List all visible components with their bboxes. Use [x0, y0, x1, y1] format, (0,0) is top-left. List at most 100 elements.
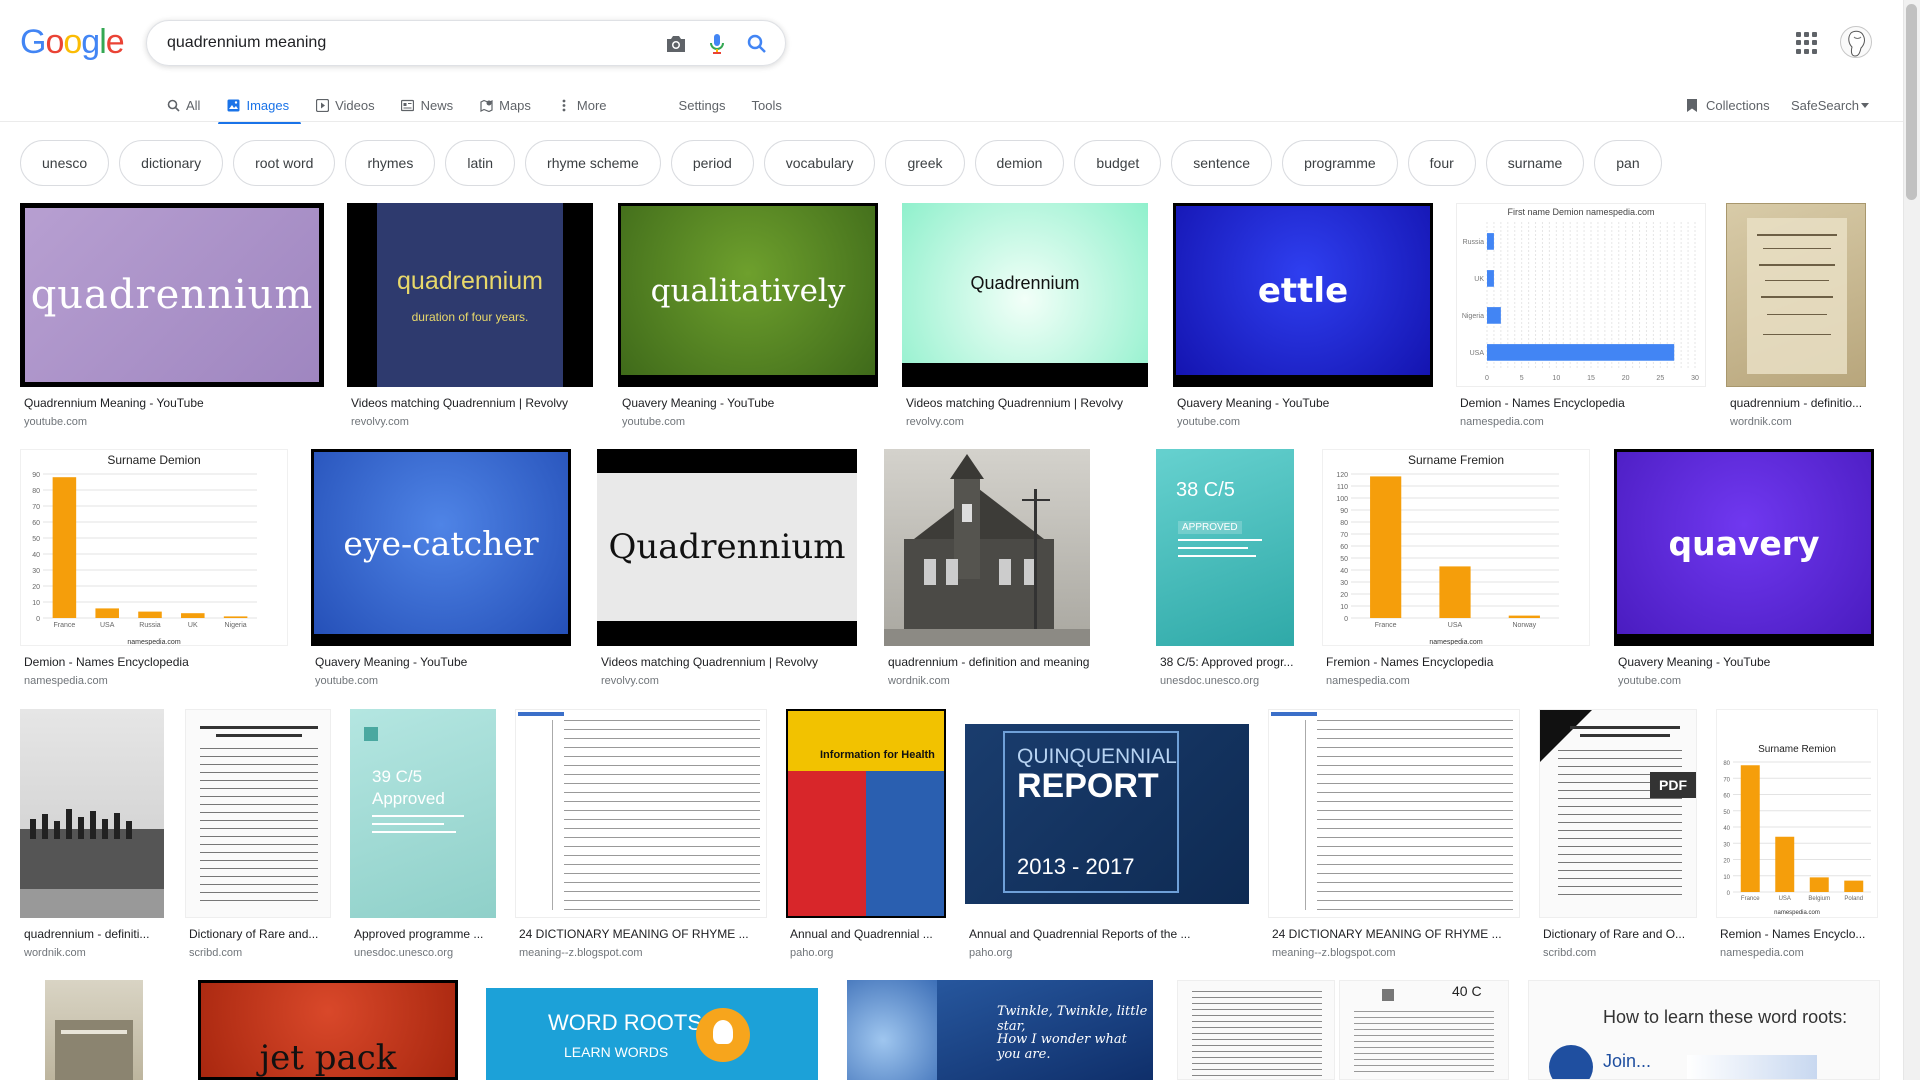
camera-icon[interactable] — [664, 32, 688, 56]
chip[interactable]: surname — [1485, 140, 1585, 186]
result-title[interactable]: Dictionary of Rare and... — [189, 927, 331, 941]
image-result[interactable]: Quadrennium Videos matching Quadrennium … — [597, 449, 857, 689]
result-title[interactable]: 38 C/5: Approved progr... — [1160, 655, 1294, 669]
avatar[interactable] — [1840, 26, 1872, 58]
tick-label: USA — [1470, 350, 1485, 357]
chart-title: Surname Remion — [1758, 744, 1836, 755]
image-result[interactable]: qualitatively Quavery Meaning - YouTube … — [618, 203, 878, 433]
result-title[interactable]: Videos matching Quadrennium | Revolvy — [601, 655, 857, 669]
result-title[interactable]: Videos matching Quadrennium | Revolvy — [351, 396, 591, 410]
result-title[interactable]: Quavery Meaning - YouTube — [1618, 655, 1874, 669]
image-result[interactable]: Quadrennium Videos matching Quadrennium … — [902, 203, 1148, 433]
chip[interactable]: unesco — [20, 140, 110, 186]
image-result[interactable]: quavery Quavery Meaning - YouTube youtub… — [1614, 449, 1874, 689]
image-result[interactable]: First name Demion namespedia.com 0 5 10 15 2… — [1456, 203, 1706, 433]
result-title[interactable]: Quavery Meaning - YouTube — [622, 396, 878, 410]
result-title[interactable]: Dictionary of Rare and O... — [1543, 927, 1697, 941]
thumb-caption: WORD ROOTS — [548, 1010, 702, 1035]
image-result[interactable]: Dictionary of Rare and... scribd.com — [185, 709, 331, 959]
tab-all[interactable]: All — [166, 88, 200, 122]
settings-link[interactable]: Settings — [679, 88, 726, 122]
image-result[interactable]: Surname Demion 0 10 20 30 40 50 60 70 80 90 France… — [20, 449, 288, 689]
tick-label: USA — [1448, 622, 1463, 629]
image-result[interactable]: Surname Fremion 0 10 20 30 40 50 60 70 80 90 100 11… — [1322, 449, 1590, 689]
image-result[interactable]: Surname Remion 0 10 20 30 40 50 60 70 80 France US… — [1716, 709, 1880, 959]
safesearch-menu[interactable]: SafeSearch — [1791, 88, 1869, 122]
tick-label: 10 — [32, 600, 40, 607]
search-input[interactable]: quadrennium meaning — [167, 21, 326, 65]
image-result[interactable]: 38 C/5 APPROVED 38 C/5: Approved progr..… — [1156, 449, 1294, 689]
image-result[interactable]: quadrennium Quadrennium Meaning - YouTub… — [20, 203, 324, 433]
apps-grid-icon[interactable] — [1796, 32, 1818, 54]
image-result[interactable]: quadrennium - definitio... wordnik.com — [1726, 203, 1878, 433]
chip[interactable]: sentence — [1171, 140, 1273, 186]
result-title[interactable]: quadrennium - definitio... — [1730, 396, 1874, 410]
image-result[interactable]: How to learn these word roots: Join... — [1528, 980, 1880, 1080]
result-title[interactable]: 24 DICTIONARY MEANING OF RHYME ... — [519, 927, 767, 941]
image-result[interactable]: 24 DICTIONARY MEANING OF RHYME ... meani… — [515, 709, 767, 959]
result-title[interactable]: 24 DICTIONARY MEANING OF RHYME ... — [1272, 927, 1520, 941]
chip[interactable]: period — [670, 140, 754, 186]
result-title[interactable]: Fremion - Names Encyclopedia — [1326, 655, 1590, 669]
image-result[interactable]: 24 DICTIONARY MEANING OF RHYME ... meani… — [1268, 709, 1520, 959]
result-site: revolvy.com — [906, 416, 964, 428]
result-title[interactable]: Annual and Quadrennial ... — [790, 927, 946, 941]
result-title[interactable]: Approved programme ... — [354, 927, 496, 941]
image-result[interactable]: PDF Dictionary of Rare and O... scribd.c… — [1539, 709, 1697, 959]
chart-bar — [1439, 566, 1471, 618]
tab-maps[interactable]: Maps — [479, 88, 531, 122]
google-logo[interactable]: Google — [20, 24, 125, 60]
tools-link[interactable]: Tools — [752, 88, 782, 122]
scrollbar-thumb[interactable] — [1906, 4, 1917, 200]
image-result[interactable]: jet pack — [198, 980, 458, 1080]
image-result[interactable]: quadrennium duration of four years. Vide… — [347, 203, 593, 433]
chip[interactable]: rhyme scheme — [525, 140, 661, 186]
page-scrollbar[interactable] — [1903, 0, 1920, 1080]
image-result[interactable]: 39 C/5 Approved Approved programme ... u… — [350, 709, 496, 959]
result-title[interactable]: Demion - Names Encyclopedia — [24, 655, 288, 669]
image-result[interactable]: WORD ROOTS LEARN WORDS — [486, 988, 818, 1080]
tab-news[interactable]: News — [401, 88, 453, 122]
chip[interactable]: four — [1407, 140, 1476, 186]
image-result[interactable]: ettle Quavery Meaning - YouTube youtube.… — [1173, 203, 1433, 433]
result-title[interactable]: Remion - Names Encyclo... — [1720, 927, 1880, 941]
chip[interactable]: budget — [1074, 140, 1162, 186]
search-icon — [166, 98, 180, 112]
chip[interactable]: vocabulary — [763, 140, 876, 186]
result-title[interactable]: Videos matching Quadrennium | Revolvy — [906, 396, 1146, 410]
image-result[interactable]: eye-catcher Quavery Meaning - YouTube yo… — [311, 449, 571, 689]
tab-more[interactable]: More — [557, 88, 607, 122]
result-title[interactable]: Annual and Quadrennial Reports of the ..… — [969, 927, 1249, 941]
chip[interactable]: root word — [233, 140, 336, 186]
chip[interactable]: latin — [445, 140, 516, 186]
image-result[interactable] — [45, 980, 143, 1080]
image-result[interactable]: Information for Health Annual and Quadre… — [786, 709, 946, 959]
result-title[interactable]: Demion - Names Encyclopedia — [1460, 396, 1706, 410]
image-result[interactable]: Twinkle, Twinkle, little star, How I won… — [847, 980, 1153, 1080]
image-result[interactable]: QUINQUENNIAL REPORT 2013 - 2017 Annual a… — [965, 709, 1249, 959]
thumb-caption: Quadrennium — [597, 473, 857, 621]
search-box[interactable]: quadrennium meaning — [146, 20, 786, 66]
tab-images[interactable]: Images — [218, 88, 301, 124]
chip[interactable]: rhymes — [345, 140, 436, 186]
chip[interactable]: programme — [1282, 140, 1398, 186]
chip[interactable]: greek — [885, 140, 965, 186]
microphone-icon[interactable] — [705, 32, 729, 56]
result-thumbnail — [515, 709, 767, 918]
chip[interactable]: demion — [974, 140, 1065, 186]
result-title[interactable]: quadrennium - definition and meaning — [888, 655, 1090, 669]
tab-videos[interactable]: Videos — [315, 88, 375, 122]
chip[interactable]: dictionary — [119, 140, 224, 186]
image-result[interactable] — [1177, 980, 1335, 1080]
result-title[interactable]: Quadrennium Meaning - YouTube — [24, 396, 324, 410]
result-title[interactable]: Quavery Meaning - YouTube — [1177, 396, 1433, 410]
result-title[interactable]: quadrennium - definiti... — [24, 927, 164, 941]
chip[interactable]: pan — [1594, 140, 1662, 186]
image-result[interactable]: 40 C — [1339, 980, 1509, 1080]
search-icon[interactable] — [745, 32, 769, 56]
collections-link[interactable]: Collections — [1686, 88, 1770, 122]
tick-label: 20 — [1340, 592, 1348, 599]
result-title[interactable]: Quavery Meaning - YouTube — [315, 655, 571, 669]
image-result[interactable]: quadrennium - definiti... wordnik.com — [20, 709, 164, 959]
image-result[interactable]: quadrennium - definition and meaning wor… — [884, 449, 1090, 689]
